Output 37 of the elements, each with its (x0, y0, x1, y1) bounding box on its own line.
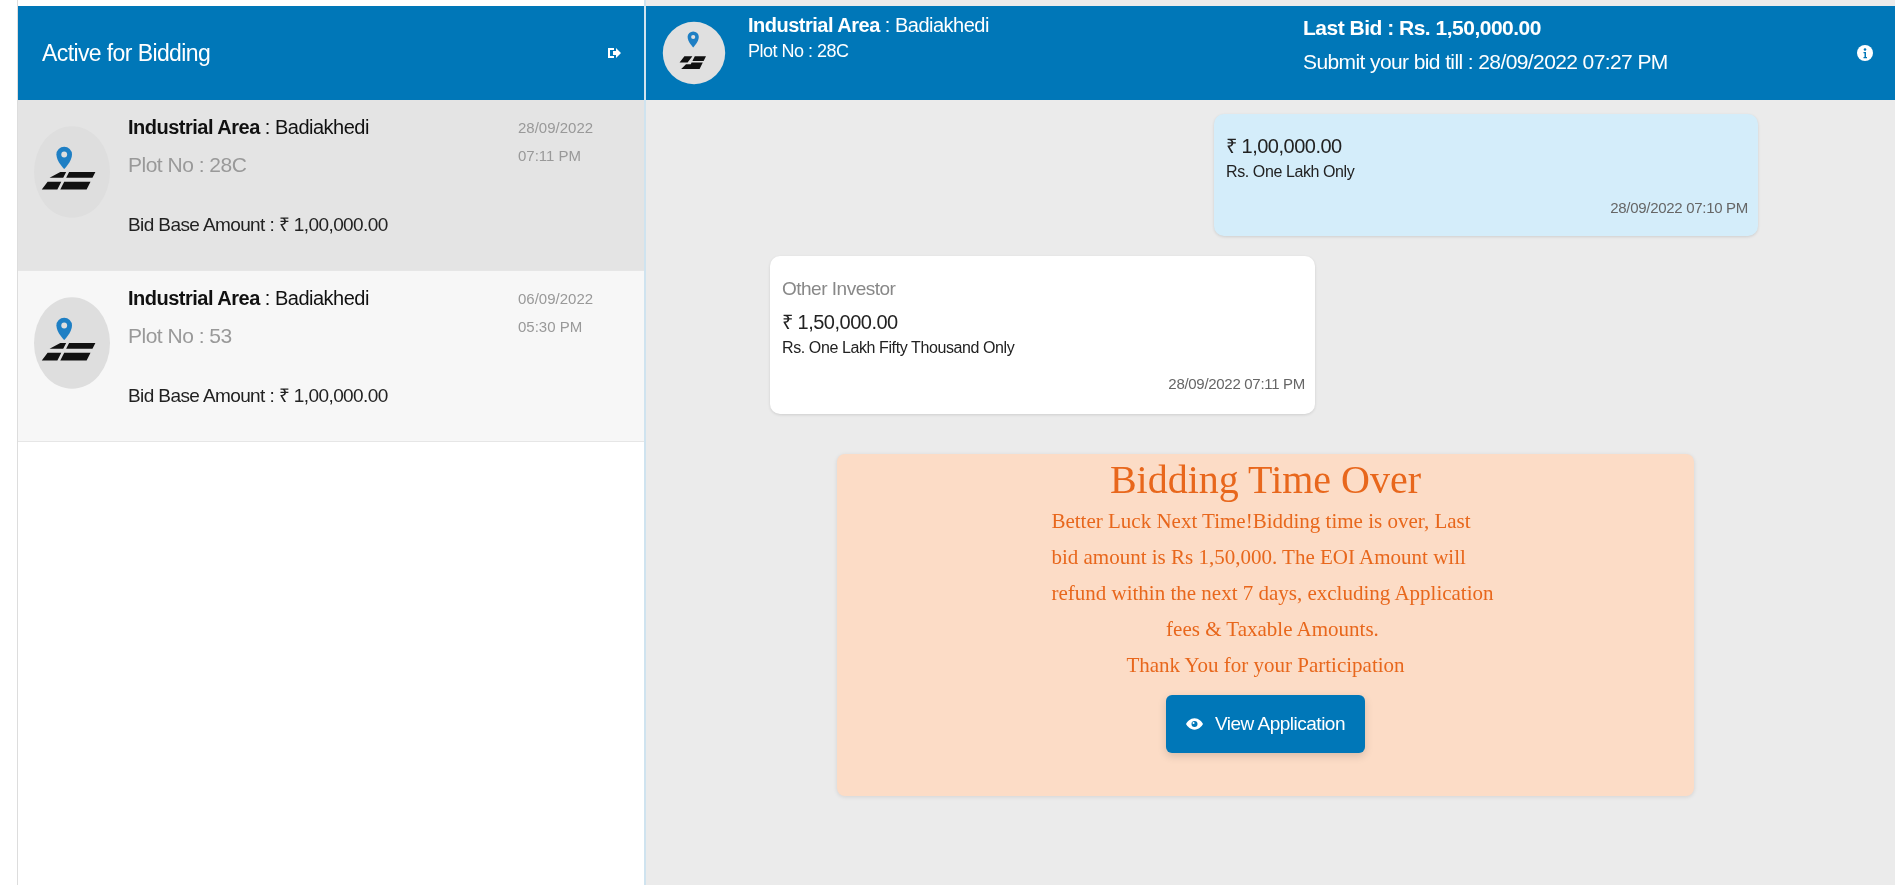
amount-in-words: Rs. One Lakh Fifty Thousand Only (782, 339, 1016, 357)
land-plot-icon (33, 295, 111, 391)
message-timestamp: 28/09/2022 07:11 PM (1167, 375, 1305, 392)
plot-list-item[interactable]: Industrial Area : Badiakhedi Plot No : 28C Bid Base Amount : ₹ 1,00,000.00 28/09/2022 07:11 PM (18, 100, 644, 271)
item-time: 05:30 PM (518, 317, 584, 337)
bid-base-amount: Bid Base Amount : ₹ 1,00,000.00 (128, 384, 389, 408)
bid-amount: ₹ 1,00,000.00 (1226, 134, 1343, 159)
logout-icon[interactable] (606, 45, 622, 61)
notice-text: refund within the next 7 days, excluding Application (1051, 580, 1494, 607)
eye-icon (1186, 718, 1203, 730)
bid-amount: ₹ 1,50,000.00 (782, 310, 899, 335)
sender-name: Other Investor (782, 278, 897, 300)
plot-number: Plot No : 28C (128, 153, 248, 177)
land-plot-icon (33, 124, 111, 220)
thank-you-text: Thank You for your Participation (1126, 652, 1405, 679)
notice-text: bid amount is Rs 1,50,000. The EOI Amount will (1051, 544, 1466, 571)
plot-number: Plot No : 53 (128, 324, 233, 348)
last-bid: Last Bid : Rs. 1,50,000.00 (1303, 16, 1542, 40)
area-name: Industrial Area : Badiakhedi (748, 14, 990, 37)
item-time: 07:11 PM (518, 146, 583, 166)
plot-number: Plot No : 28C (748, 41, 850, 62)
view-application-button[interactable]: View Application (1166, 695, 1365, 753)
bid-base-amount: Bid Base Amount : ₹ 1,00,000.00 (128, 213, 389, 237)
message-timestamp: 28/09/2022 07:10 PM (1609, 199, 1748, 216)
plot-list-item[interactable]: Industrial Area : Badiakhedi Plot No : 53 Bid Base Amount : ₹ 1,00,000.00 06/09/2022 05:30 PM (18, 271, 644, 442)
sidebar-title: Active for Bidding (42, 39, 211, 67)
notice-text: Better Luck Next Time!Bidding time is over, Last (1051, 508, 1471, 535)
bid-deadline: Submit your bid till : 28/09/2022 07:27 PM (1303, 50, 1669, 74)
amount-in-words: Rs. One Lakh Only (1226, 163, 1356, 181)
area-name: Industrial Area : Badiakhedi (128, 116, 370, 139)
notice-title: Bidding Time Over (1109, 456, 1422, 503)
land-plot-icon (662, 21, 726, 85)
item-date: 06/09/2022 (518, 289, 594, 309)
item-date: 28/09/2022 (518, 118, 594, 138)
notice-text: fees & Taxable Amounts. (1166, 616, 1379, 643)
area-name: Industrial Area : Badiakhedi (128, 287, 370, 310)
info-icon[interactable] (1857, 45, 1873, 61)
